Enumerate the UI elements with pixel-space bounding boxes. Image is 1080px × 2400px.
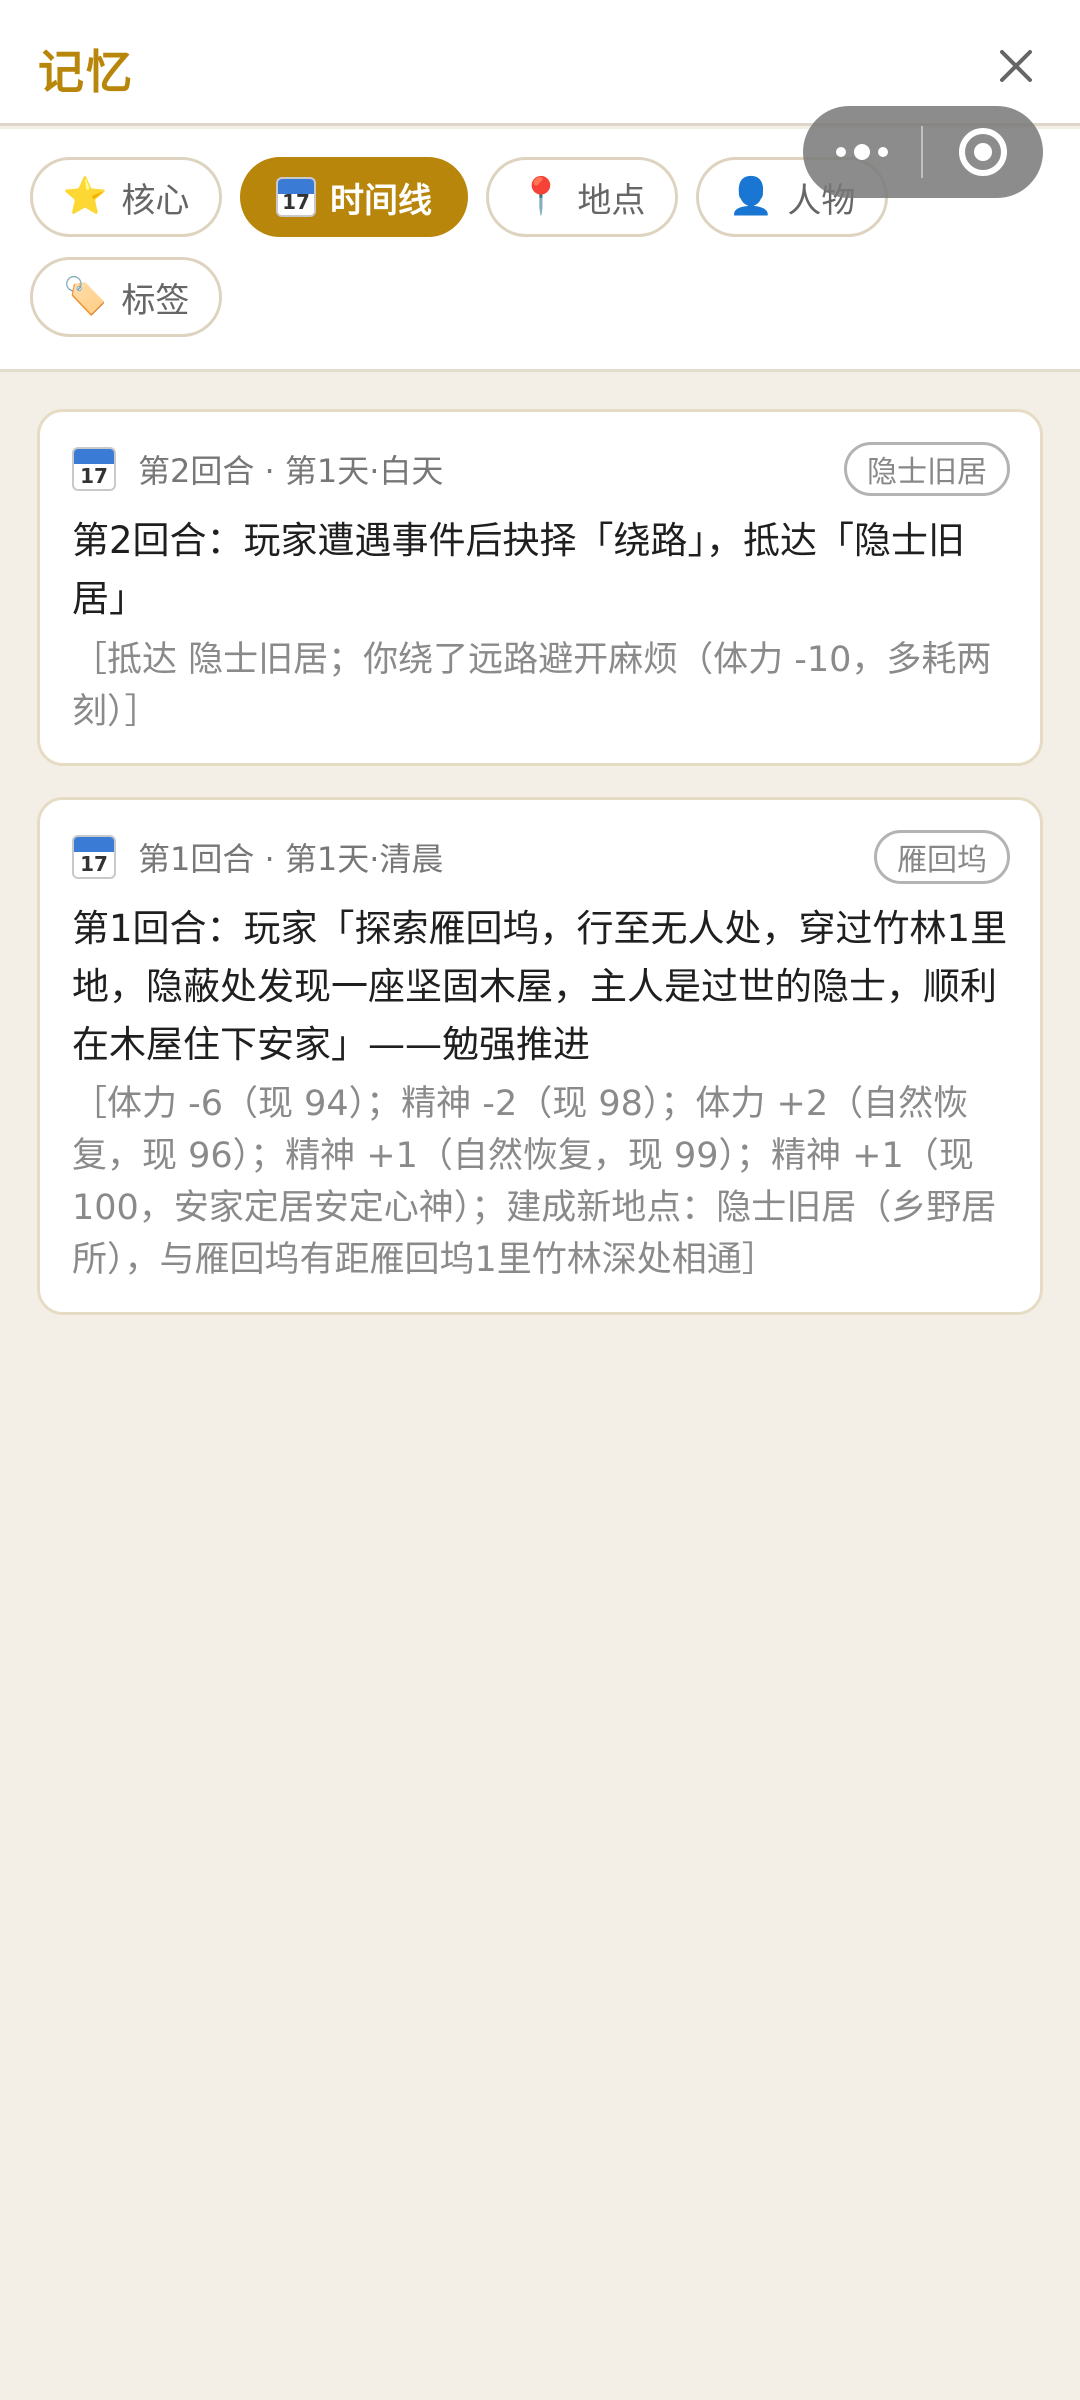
entry-detail: ［抵达 隐士旧居；你绕了远路避开麻烦（体力 -10，多耗两刻）］ bbox=[72, 640, 992, 732]
entry-time: 第2回合 · 第1天·白天 bbox=[138, 452, 444, 490]
calendar-icon: 17 bbox=[72, 835, 116, 879]
entry-title: 第2回合：玩家遭遇事件后抉择「绕路」，抵达「隐士旧居」 bbox=[72, 519, 966, 620]
target-icon bbox=[959, 128, 1007, 176]
close-icon bbox=[1000, 50, 1032, 82]
star-icon: ⭐ bbox=[62, 176, 108, 217]
more-dot-icon bbox=[854, 144, 870, 160]
entry-title: 第1回合：玩家「探索雁回坞，行至无人处，穿过竹林1里地，隐蔽处发现一座坚固木屋，… bbox=[72, 907, 1008, 1066]
entry-detail: ［体力 -6（现 94）；精神 -2（现 98）；体力 +2（自然恢复，现 96… bbox=[72, 1084, 997, 1280]
close-button[interactable] bbox=[990, 40, 1042, 92]
tab-label: 核心 bbox=[121, 180, 190, 221]
more-dot-icon bbox=[836, 147, 846, 157]
more-options-button[interactable] bbox=[803, 106, 921, 198]
location-badge: 雁回坞 bbox=[874, 830, 1010, 884]
tab-label: 时间线 bbox=[330, 180, 432, 221]
tag-icon: 🏷️ bbox=[62, 276, 108, 317]
pin-icon: 📍 bbox=[518, 176, 564, 217]
calendar-icon: 17 bbox=[72, 447, 116, 491]
entry-time: 第1回合 · 第1天·清晨 bbox=[138, 840, 444, 878]
calendar-icon: 17 bbox=[276, 177, 316, 217]
tab-core[interactable]: ⭐ 核心 bbox=[30, 157, 222, 237]
exit-miniprogram-button[interactable] bbox=[923, 106, 1043, 198]
location-badge: 隐士旧居 bbox=[844, 442, 1010, 496]
timeline-entry-card[interactable]: 17 第2回合 · 第1天·白天 隐士旧居 第2回合：玩家遭遇事件后抉择「绕路」… bbox=[37, 409, 1043, 766]
tab-location[interactable]: 📍 地点 bbox=[486, 157, 678, 237]
tab-label: 地点 bbox=[577, 180, 646, 221]
entry-meta: 17 第1回合 · 第1天·清晨 bbox=[72, 834, 443, 880]
tab-tags[interactable]: 🏷️ 标签 bbox=[30, 257, 222, 337]
page-title: 记忆 bbox=[38, 45, 134, 99]
timeline-entry-card[interactable]: 17 第1回合 · 第1天·清晨 雁回坞 第1回合：玩家「探索雁回坞，行至无人处… bbox=[37, 797, 1043, 1315]
tab-timeline[interactable]: 17 时间线 bbox=[240, 157, 468, 237]
more-dot-icon bbox=[878, 147, 888, 157]
entry-meta: 17 第2回合 · 第1天·白天 bbox=[72, 446, 443, 492]
person-icon: 👤 bbox=[728, 176, 774, 217]
miniprogram-capsule bbox=[803, 106, 1043, 198]
tab-label: 标签 bbox=[121, 280, 190, 321]
